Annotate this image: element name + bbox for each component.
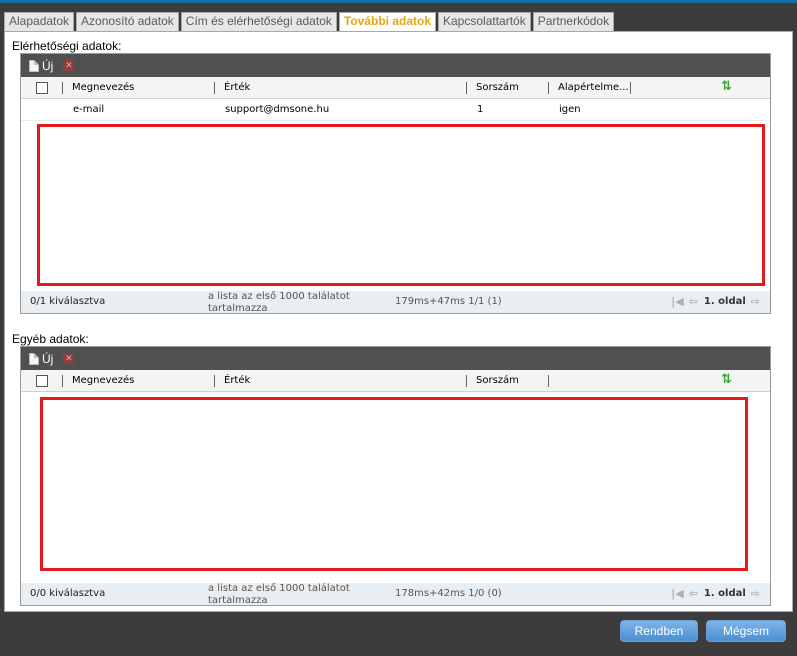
other-section-title: Egyéb adatok: (12, 332, 89, 346)
tab-content-panel: Elérhetőségi adatok: Új ✕ Megnevezés Ért… (4, 31, 793, 612)
page-label: 1. oldal (703, 296, 746, 307)
contact-section-title: Elérhetőségi adatok: (12, 39, 122, 53)
column-separator (630, 82, 631, 94)
list-limit-info: a lista az első 1000 találatot tartalmaz… (208, 583, 350, 605)
cell-alapertelmezett: igen (559, 104, 581, 115)
tab-azonosito-adatok[interactable]: Azonosító adatok (76, 12, 179, 31)
other-select-all-checkbox[interactable] (36, 375, 48, 387)
prev-page-icon[interactable]: ⇦ (689, 587, 698, 600)
other-data-grid: Új ✕ Megnevezés Érték Sorszám ⇅ 0/0 kivá… (20, 346, 771, 606)
highlight-box (40, 397, 748, 571)
contact-data-grid: Új ✕ Megnevezés Érték Sorszám Alapértelm… (20, 53, 771, 314)
column-separator (62, 82, 63, 94)
tab-partnerkodok[interactable]: Partnerkódok (532, 12, 615, 31)
other-grid-footer: 0/0 kiválasztva a lista az első 1000 tal… (21, 583, 770, 605)
timing-info: 178ms+42ms 1/0 (0) (395, 588, 502, 599)
column-header-sorszam[interactable]: Sorszám (476, 77, 546, 99)
table-row[interactable]: e-mail support@dmsone.hu 1 igen (21, 99, 770, 121)
other-grid-header: Megnevezés Érték Sorszám ⇅ (21, 370, 770, 392)
selection-count: 0/1 kiválasztva (30, 296, 106, 307)
column-header-megnevezes[interactable]: Megnevezés (72, 370, 212, 392)
prev-page-icon[interactable]: ⇦ (689, 295, 698, 308)
cell-sorszam: 1 (477, 104, 484, 115)
contact-pager: |◀ ⇦ 1. oldal ⇨ (666, 295, 760, 308)
tab-cim-es-elerhetosegi-adatok[interactable]: Cím és elérhetőségi adatok (180, 12, 337, 31)
refresh-icon[interactable]: ⇅ (721, 80, 735, 94)
column-separator (214, 82, 215, 94)
column-header-alapertelmezett[interactable]: Alapértelme... (558, 77, 630, 99)
first-page-icon[interactable]: |◀ (671, 295, 683, 308)
next-page-icon[interactable]: ⇨ (751, 587, 760, 600)
cell-ertek: support@dmsone.hu (225, 104, 330, 115)
next-page-icon[interactable]: ⇨ (751, 295, 760, 308)
delete-icon: ✕ (63, 60, 75, 71)
column-separator (548, 82, 549, 94)
column-separator (548, 375, 549, 387)
contact-delete-button[interactable]: ✕ (63, 60, 75, 71)
other-pager: |◀ ⇦ 1. oldal ⇨ (666, 587, 760, 600)
column-separator (214, 375, 215, 387)
window-top-border (0, 0, 797, 3)
new-document-icon (29, 59, 39, 72)
column-header-megnevezes[interactable]: Megnevezés (72, 77, 212, 99)
other-delete-button[interactable]: ✕ (63, 353, 75, 364)
highlight-box (37, 124, 765, 286)
contact-grid-footer: 0/1 kiválasztva a lista az első 1000 tal… (21, 291, 770, 313)
column-header-ertek[interactable]: Érték (224, 77, 464, 99)
tab-bar: Alapadatok Azonosító adatok Cím és elérh… (4, 12, 616, 32)
column-header-sorszam[interactable]: Sorszám (476, 370, 546, 392)
other-new-button[interactable]: Új (29, 352, 53, 366)
tab-kapcsolattartok[interactable]: Kapcsolattartók (438, 12, 531, 31)
contact-select-all-checkbox[interactable] (36, 82, 48, 94)
column-separator (62, 375, 63, 387)
tab-alapadatok[interactable]: Alapadatok (4, 12, 75, 31)
other-new-label: Új (42, 351, 54, 366)
refresh-icon[interactable]: ⇅ (721, 373, 735, 387)
column-separator (466, 375, 467, 387)
contact-grid-toolbar: Új ✕ (21, 54, 770, 77)
tab-tovabbi-adatok[interactable]: További adatok (338, 12, 436, 32)
delete-icon: ✕ (63, 353, 75, 364)
contact-grid-header: Megnevezés Érték Sorszám Alapértelme... … (21, 77, 770, 99)
cancel-button[interactable]: Mégsem (706, 620, 786, 642)
timing-info: 179ms+47ms 1/1 (1) (395, 296, 502, 307)
contact-new-label: Új (42, 58, 54, 73)
list-limit-info: a lista az első 1000 találatot tartalmaz… (208, 291, 350, 313)
column-header-ertek[interactable]: Érték (224, 370, 464, 392)
column-separator (466, 82, 467, 94)
first-page-icon[interactable]: |◀ (671, 587, 683, 600)
ok-button[interactable]: Rendben (620, 620, 698, 642)
other-grid-toolbar: Új ✕ (21, 347, 770, 370)
contact-new-button[interactable]: Új (29, 59, 53, 73)
cell-megnevezes: e-mail (73, 104, 105, 115)
selection-count: 0/0 kiválasztva (30, 588, 106, 599)
new-document-icon (29, 352, 39, 365)
page-label: 1. oldal (703, 588, 746, 599)
